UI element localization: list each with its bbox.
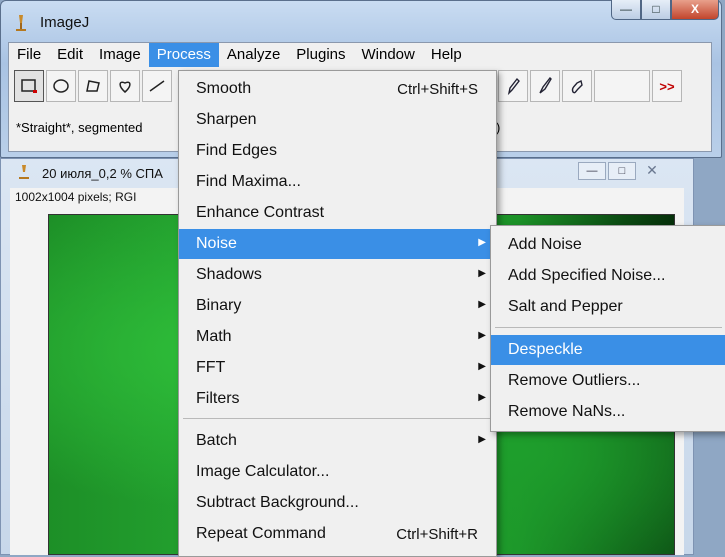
menu-item-label: Find Edges — [196, 142, 277, 159]
submenu-arrow-icon: ▶ — [478, 330, 486, 341]
noise-submenu: Add Noise Add Specified Noise... Salt an… — [490, 225, 725, 432]
menu-item-label: Add Noise — [508, 236, 582, 253]
menu-item-add-specified-noise[interactable]: Add Specified Noise... — [491, 261, 725, 291]
menu-item-find-edges[interactable]: Find Edges — [179, 136, 496, 166]
menu-item-find-maxima[interactable]: Find Maxima... — [179, 167, 496, 197]
menu-item-label: Smooth — [196, 80, 252, 97]
menubar: File Edit Image Process Analyze Plugins … — [9, 43, 470, 67]
menu-file[interactable]: File — [9, 43, 49, 67]
menu-plugins[interactable]: Plugins — [288, 43, 353, 67]
menu-item-label: Binary — [196, 297, 242, 314]
more-tools-button[interactable]: >> — [652, 70, 682, 102]
menu-item-label: Find Maxima... — [196, 173, 301, 190]
menu-separator — [495, 327, 722, 328]
toolbar-left — [14, 70, 174, 104]
menu-item-label: Noise — [196, 235, 237, 252]
menu-item-repeat-command[interactable]: Repeat Command Ctrl+Shift+R — [179, 519, 496, 549]
menu-item-label: Repeat Command — [196, 525, 326, 542]
menu-item-remove-outliers[interactable]: Remove Outliers... — [491, 366, 725, 396]
empty-tool-slot[interactable] — [594, 70, 650, 102]
menu-item-enhance-contrast[interactable]: Enhance Contrast — [179, 198, 496, 228]
image-info: 1002x1004 pixels; RGI — [15, 190, 137, 204]
menu-item-despeckle[interactable]: Despeckle — [491, 335, 725, 365]
microscope-icon — [16, 15, 26, 31]
menu-item-smooth[interactable]: Smooth Ctrl+Shift+S — [179, 74, 496, 104]
polygon-tool-icon[interactable] — [78, 70, 108, 102]
menu-item-label: Add Specified Noise... — [508, 267, 666, 284]
line-tool-icon[interactable] — [142, 70, 172, 102]
menu-item-image-calculator[interactable]: Image Calculator... — [179, 457, 496, 487]
minimize-button[interactable]: — — [611, 0, 641, 20]
image-window-controls: — □ ✕ — [578, 162, 668, 180]
freehand-tool-icon[interactable] — [110, 70, 140, 102]
menu-window[interactable]: Window — [354, 43, 423, 67]
menu-item-fft[interactable]: FFT ▶ — [179, 353, 496, 383]
menu-item-shortcut: Ctrl+Shift+R — [396, 526, 478, 543]
menu-item-salt-and-pepper[interactable]: Salt and Pepper — [491, 292, 725, 322]
image-window-title: 20 июля_0,2 % СПА — [42, 166, 163, 181]
menu-image[interactable]: Image — [91, 43, 149, 67]
menu-item-label: Despeckle — [508, 341, 583, 358]
menu-item-label: Enhance Contrast — [196, 204, 325, 221]
close-button[interactable]: X — [671, 0, 719, 20]
menu-item-noise[interactable]: Noise ▶ — [179, 229, 496, 259]
submenu-arrow-icon: ▶ — [478, 392, 486, 403]
window-title: ImageJ — [40, 14, 90, 31]
menu-analyze[interactable]: Analyze — [219, 43, 288, 67]
menu-item-shortcut: Ctrl+Shift+S — [397, 81, 478, 98]
submenu-arrow-icon: ▶ — [478, 434, 486, 445]
submenu-arrow-icon: ▶ — [478, 299, 486, 310]
toolbar-right: >> — [498, 70, 684, 104]
menu-item-label: Batch — [196, 432, 237, 449]
menu-item-batch[interactable]: Batch ▶ — [179, 426, 496, 456]
menu-item-remove-nans[interactable]: Remove NaNs... — [491, 397, 725, 427]
rectangle-tool-icon[interactable] — [14, 70, 44, 102]
submenu-arrow-icon: ▶ — [478, 268, 486, 279]
oval-tool-icon[interactable] — [46, 70, 76, 102]
brush-tool-icon[interactable] — [530, 70, 560, 102]
menu-item-label: Image Calculator... — [196, 463, 330, 480]
menu-help[interactable]: Help — [423, 43, 470, 67]
menu-item-add-noise[interactable]: Add Noise — [491, 230, 725, 260]
menu-item-label: Remove Outliers... — [508, 372, 641, 389]
menu-item-label: FFT — [196, 359, 226, 376]
menu-item-math[interactable]: Math ▶ — [179, 322, 496, 352]
menu-process[interactable]: Process — [148, 43, 219, 67]
status-text: *Straight*, segmented — [16, 120, 143, 135]
menu-item-filters[interactable]: Filters ▶ — [179, 384, 496, 414]
window-controls: — □ X — [611, 0, 719, 20]
process-menu: Smooth Ctrl+Shift+S Sharpen Find Edges F… — [178, 70, 497, 557]
menu-item-label: Remove NaNs... — [508, 403, 626, 420]
image-close-button[interactable]: ✕ — [638, 162, 666, 180]
submenu-arrow-icon: ▶ — [478, 237, 486, 248]
menu-item-label: Filters — [196, 390, 240, 407]
menu-edit[interactable]: Edit — [49, 43, 91, 67]
menu-item-binary[interactable]: Binary ▶ — [179, 291, 496, 321]
image-minimize-button[interactable]: — — [578, 162, 606, 180]
menu-item-label: Salt and Pepper — [508, 298, 623, 315]
menu-item-subtract-background[interactable]: Subtract Background... — [179, 488, 496, 518]
menu-item-shadows[interactable]: Shadows ▶ — [179, 260, 496, 290]
submenu-arrow-icon: ▶ — [478, 361, 486, 372]
menu-item-label: Shadows — [196, 266, 262, 283]
menu-item-sharpen[interactable]: Sharpen — [179, 105, 496, 135]
menu-item-label: Sharpen — [196, 111, 257, 128]
image-maximize-button[interactable]: □ — [608, 162, 636, 180]
maximize-button[interactable]: □ — [641, 0, 671, 20]
menu-item-label: Math — [196, 328, 232, 345]
pencil-tool-icon[interactable] — [498, 70, 528, 102]
menu-separator — [183, 418, 492, 419]
dropper-tool-icon[interactable] — [562, 70, 592, 102]
microscope-icon — [19, 165, 29, 179]
menu-item-label: Subtract Background... — [196, 494, 359, 511]
